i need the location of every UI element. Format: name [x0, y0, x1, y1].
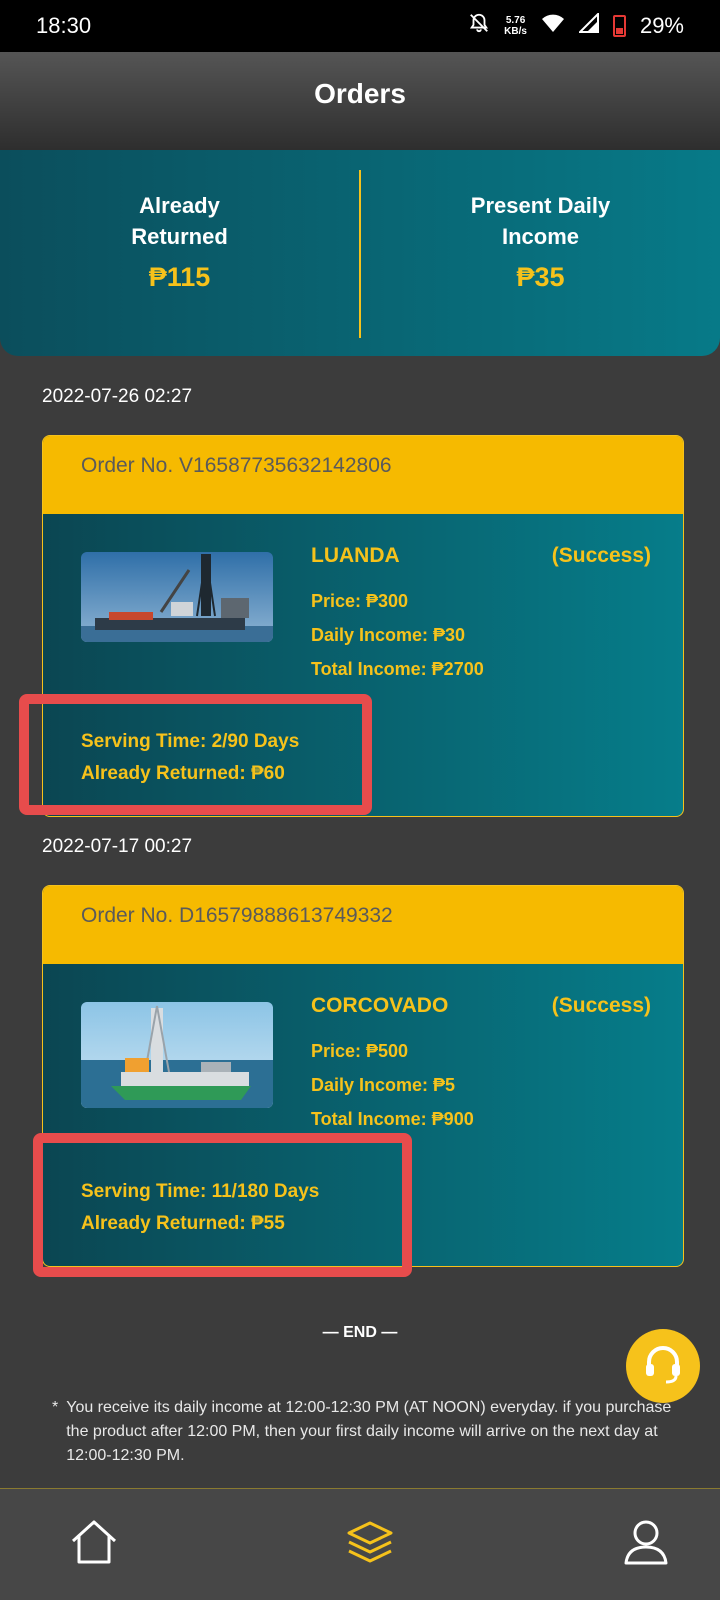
status-bar: 18:30 5.76 KB/s 29%	[0, 0, 720, 52]
order-total-income: Total Income: ₱2700	[311, 659, 484, 679]
layers-icon	[345, 1517, 395, 1572]
order-number: Order No. V16587735632142806	[43, 436, 683, 514]
already-returned-value: ₱115	[148, 262, 211, 292]
order-status: (Success)	[551, 994, 651, 1017]
order-daily-income: Daily Income: ₱5	[311, 1075, 456, 1095]
tab-orders[interactable]	[342, 1517, 398, 1573]
product-name: LUANDA	[311, 544, 400, 567]
home-icon	[69, 1517, 119, 1572]
order-price: Price: ₱500	[311, 1041, 409, 1061]
order-info: Price: ₱500 Daily Income: ₱5 Total Incom…	[311, 1034, 474, 1136]
bottom-tab-bar	[0, 1488, 720, 1600]
page-header: Orders	[0, 52, 720, 150]
order-daily-income: Daily Income: ₱30	[311, 625, 466, 645]
battery-percent: 29%	[639, 13, 684, 38]
notifications-off-icon	[468, 12, 490, 40]
wifi-icon	[541, 13, 565, 39]
network-speed: 5.76 KB/s	[504, 15, 527, 37]
note-bullet: *	[52, 1399, 59, 1416]
list-end-marker: — END —	[322, 1324, 398, 1341]
order-info: Price: ₱300 Daily Income: ₱30 Total Inco…	[311, 584, 484, 686]
tab-home[interactable]	[66, 1517, 122, 1573]
order-number: Order No. D16579888613749332	[43, 886, 683, 964]
product-image	[81, 552, 273, 642]
present-daily-income-label: Present Daily Income	[470, 193, 611, 249]
user-icon	[621, 1517, 671, 1572]
product-image	[81, 1002, 273, 1108]
present-daily-income-value: ₱35	[516, 262, 565, 292]
note-text: You receive its daily income at 12:00-12…	[66, 1399, 672, 1464]
signal-icon	[577, 11, 599, 39]
headset-icon	[641, 1342, 685, 1391]
order-price: Price: ₱300	[311, 591, 409, 611]
order-date: 2022-07-17 00:27	[42, 836, 193, 857]
tab-profile[interactable]	[618, 1517, 674, 1573]
highlight-box	[33, 1133, 412, 1277]
already-returned-summary: Already Returned ₱115	[0, 150, 359, 356]
battery-icon	[612, 15, 626, 37]
page-title: Orders	[314, 78, 406, 109]
highlight-box	[19, 694, 372, 815]
order-total-income: Total Income: ₱900	[311, 1109, 474, 1129]
already-returned-label: Already Returned	[131, 193, 228, 249]
order-status: (Success)	[551, 544, 651, 567]
status-time: 18:30	[36, 13, 92, 38]
order-date: 2022-07-26 02:27	[42, 386, 193, 407]
product-name: CORCOVADO	[311, 994, 449, 1017]
customer-support-button[interactable]	[626, 1329, 700, 1403]
summary-panel: Already Returned ₱115 Present Daily Inco…	[0, 150, 720, 356]
present-daily-income-summary: Present Daily Income ₱35	[361, 150, 720, 356]
income-note: * You receive its daily income at 12:00-…	[52, 1396, 672, 1468]
